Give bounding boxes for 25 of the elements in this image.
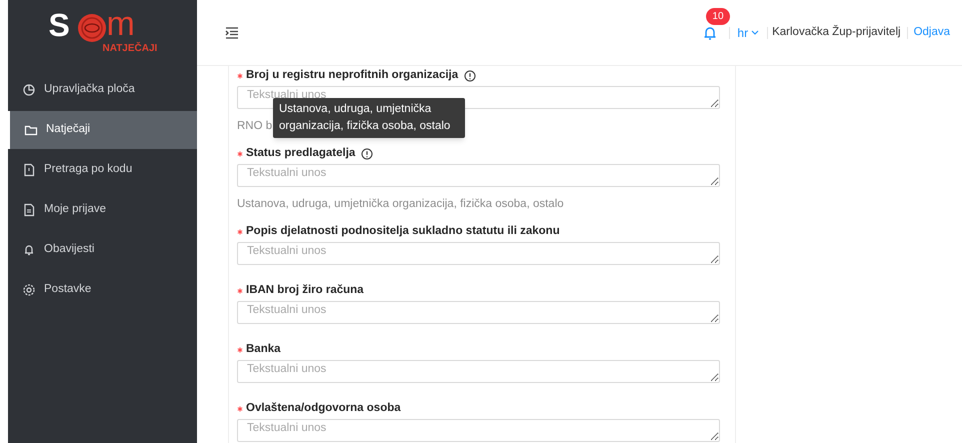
user-name: Karlovačka Žup-prijavitelj xyxy=(772,24,901,40)
nav-item[interactable]: Upravljačka ploča xyxy=(8,71,197,109)
nav-item[interactable]: Moje prijave xyxy=(8,191,197,229)
field-label: Banka xyxy=(246,342,281,358)
logo-letter: S xyxy=(48,9,70,41)
field-hint: RNO b xyxy=(237,120,272,132)
field-label: Broj u registru neprofitnih organizacija xyxy=(246,68,458,84)
tooltip: Ustanova, udruga, umjetnička organizacija, fizička osoba, ostalo xyxy=(273,98,465,138)
field-label: Popis djelatnosti podnositelja sukladno statutu ili zakonu xyxy=(246,224,560,240)
field-hint: Ustanova, udruga, umjetnička organizacija, fizička osoba, ostalo xyxy=(237,198,564,210)
text-area[interactable]: Tekstualni unos xyxy=(237,360,720,383)
logo-letter: m xyxy=(106,7,135,41)
field-label: Ovlaštena/odgovorna osoba xyxy=(246,401,401,416)
text-area[interactable]: Tekstualni unos xyxy=(237,242,720,265)
nav-item[interactable]: Natječaji xyxy=(8,111,197,149)
notification-count: 10 xyxy=(706,8,730,24)
text-area[interactable]: Tekstualni unos xyxy=(237,164,720,187)
nav-item[interactable]: Pretraga po kodu xyxy=(8,151,197,189)
logo-subtitle: NATJEČAJI xyxy=(102,41,158,56)
field-label: Status predlagatelja xyxy=(246,146,356,162)
text-area[interactable]: Tekstualni unos xyxy=(237,301,720,324)
nav-item[interactable]: Postavke xyxy=(8,271,197,309)
text-area[interactable]: Tekstualni unos xyxy=(237,419,720,442)
field-label: IBAN broj žiro računa xyxy=(246,283,364,298)
nav-item[interactable]: Obavijesti xyxy=(8,231,197,269)
